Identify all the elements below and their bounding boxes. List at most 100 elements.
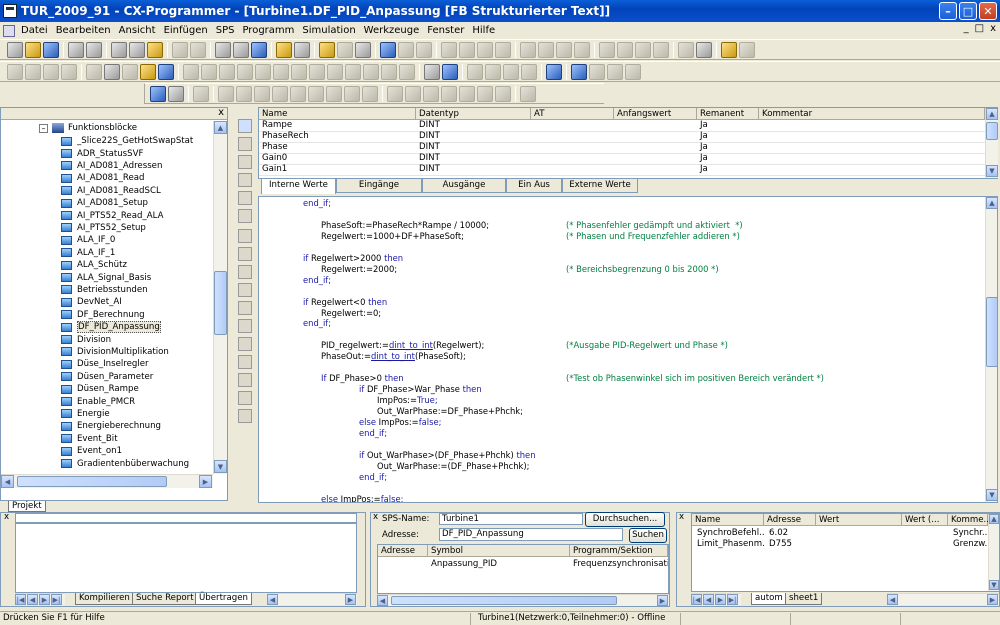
watch-nav[interactable]: |◀ ◀ ▶ ▶|	[691, 593, 741, 605]
tab-autom[interactable]: autom	[751, 593, 787, 605]
output-text-area[interactable]	[15, 513, 357, 523]
watch-cell[interactable]: D755	[766, 539, 792, 550]
code-line[interactable]: else ImpPos:=false;	[359, 417, 441, 427]
hex-16-icon[interactable]	[238, 355, 252, 369]
col-wert[interactable]: Wert	[816, 514, 902, 526]
scroll-up-icon[interactable]: ▲	[989, 514, 999, 524]
tree-item[interactable]: ALA_IF_0	[61, 234, 115, 246]
mdi-minimize-button[interactable]: _	[964, 23, 969, 34]
watch-cell[interactable]: Grenzw...	[950, 539, 988, 550]
ref-program[interactable]: Frequenzsynchronisation_	[570, 559, 668, 570]
minimize-button[interactable]: –	[939, 2, 957, 20]
address-display-icon[interactable]	[467, 63, 483, 80]
edit-icon[interactable]	[238, 155, 252, 169]
code-line[interactable]: end_if;	[303, 275, 331, 285]
output-nav[interactable]: |◀ ◀ ▶ ▶|	[15, 593, 65, 605]
tree-item[interactable]: DF_PID_Anpassung	[61, 321, 161, 334]
vertical-line-icon[interactable]	[273, 63, 289, 80]
contact-nc-icon[interactable]	[219, 63, 235, 80]
save-icon[interactable]	[43, 41, 59, 58]
address-close-button[interactable]: x	[373, 512, 378, 522]
tree-item[interactable]: Düsen_Parameter	[61, 371, 153, 383]
start-point-icon[interactable]	[423, 85, 439, 102]
first-tab-icon[interactable]: |◀	[15, 594, 26, 605]
code-line[interactable]: ImpPos:=True;	[377, 395, 438, 405]
code-line[interactable]: end_if;	[303, 318, 331, 328]
scroll-up-icon[interactable]: ▲	[214, 121, 227, 134]
tree-item[interactable]: AI_PTS52_Setup	[61, 222, 146, 234]
col-wert-format[interactable]: Wert (...	[902, 514, 948, 526]
var-cell[interactable]: Ja	[697, 131, 708, 142]
watch-hscrollbar[interactable]: ◀ ▶	[887, 593, 999, 605]
tree-item[interactable]: AI_AD081_Read	[61, 172, 145, 184]
var-cell[interactable]	[531, 142, 534, 153]
code-line[interactable]: Regelwert:=0;	[321, 308, 381, 318]
col-adresse[interactable]: Adresse	[764, 514, 816, 526]
symbol-icon[interactable]	[721, 41, 737, 58]
step-icon[interactable]	[193, 85, 209, 102]
var-tab-3[interactable]: Ein Aus	[506, 179, 562, 193]
var-cell[interactable]	[531, 164, 534, 175]
var-cell[interactable]: DINT	[416, 131, 440, 142]
tree-item[interactable]: ALA_Signal_Basis	[61, 271, 151, 283]
var-tab-1[interactable]: Eingänge	[336, 179, 422, 193]
address-field[interactable]: DF_PID_Anpassung	[439, 528, 623, 541]
simulation-icon[interactable]	[150, 85, 166, 102]
continuous-step-icon[interactable]	[326, 85, 342, 102]
memory-icon[interactable]	[238, 209, 252, 223]
var-cell[interactable]	[614, 164, 617, 175]
scroll-up-icon[interactable]: ▲	[986, 197, 997, 209]
prev-tab-icon[interactable]: ◀	[27, 594, 38, 605]
rung-display-icon[interactable]	[521, 63, 537, 80]
var-cell[interactable]	[759, 142, 762, 153]
mdi-close-button[interactable]: x	[990, 23, 996, 34]
ref-symbol[interactable]: Anpassung_PID	[428, 559, 497, 570]
pause-sim-icon[interactable]	[290, 85, 306, 102]
tree-item[interactable]: ALA_Schütz	[61, 259, 127, 271]
coil-icon[interactable]	[309, 63, 325, 80]
col-adresse[interactable]: Adresse	[378, 545, 428, 557]
variable-table-icon[interactable]	[238, 119, 252, 133]
var-cell[interactable]	[614, 120, 617, 131]
var-cell[interactable]: Gain1	[259, 164, 287, 175]
var-col-5[interactable]: Kommentar	[759, 108, 985, 120]
code-line[interactable]: PhaseOut:=dint_to_int(PhaseSoft);	[321, 351, 466, 361]
code-line[interactable]: If DF_Phase>0 then	[321, 373, 404, 383]
new-icon[interactable]	[7, 41, 23, 58]
watch-cell[interactable]: Synchr...	[950, 528, 988, 539]
find-icon[interactable]	[215, 41, 231, 58]
list-icon[interactable]	[238, 283, 252, 297]
contact-ornc-icon[interactable]	[255, 63, 271, 80]
program-check-icon[interactable]	[424, 63, 440, 80]
tool-icon[interactable]	[477, 85, 493, 102]
code-line[interactable]: end_if;	[359, 472, 387, 482]
document-icon[interactable]	[3, 24, 15, 37]
tab-uebertragen[interactable]: Übertragen	[195, 593, 252, 605]
var-cell[interactable]: DINT	[416, 153, 440, 164]
force-off-icon[interactable]	[538, 41, 554, 58]
decimal-10-icon[interactable]	[238, 337, 252, 351]
scroll-thumb[interactable]	[986, 297, 997, 367]
var-col-1[interactable]: Datentyp	[416, 108, 531, 120]
col-name[interactable]: Name	[692, 514, 764, 526]
code-line[interactable]: Out_WarPhase:=DF_Phase+Phchk;	[377, 406, 523, 416]
search-button[interactable]: Suchen	[629, 528, 667, 543]
code-line[interactable]: Out_WarPhase:=(DF_Phase+Phchk);	[377, 461, 530, 471]
monitor-window-icon[interactable]	[140, 63, 156, 80]
code-line[interactable]: if Out_WarPhase>(DF_Phase+Phchk) then	[359, 450, 536, 460]
menu-ansicht[interactable]: Ansicht	[115, 25, 160, 36]
var-tab-4[interactable]: Externe Werte	[562, 179, 638, 193]
var-cell[interactable]: Gain0	[259, 153, 287, 164]
online-edit-icon[interactable]	[678, 41, 694, 58]
var-cell[interactable]	[531, 153, 534, 164]
line-delete-icon[interactable]	[399, 63, 415, 80]
menu-bearbeiten[interactable]: Bearbeiten	[52, 25, 115, 36]
var-cell[interactable]	[531, 120, 534, 131]
tree-item[interactable]: _Slice22S_GetHotSwapStat	[61, 135, 193, 147]
grid-icon[interactable]	[238, 301, 252, 315]
cross-reference-icon[interactable]	[739, 41, 755, 58]
replace-icon[interactable]	[233, 41, 249, 58]
var-tab-0[interactable]: Interne Werte	[261, 179, 336, 194]
zoom-icon[interactable]	[61, 63, 77, 80]
scan-run-icon[interactable]	[344, 85, 360, 102]
